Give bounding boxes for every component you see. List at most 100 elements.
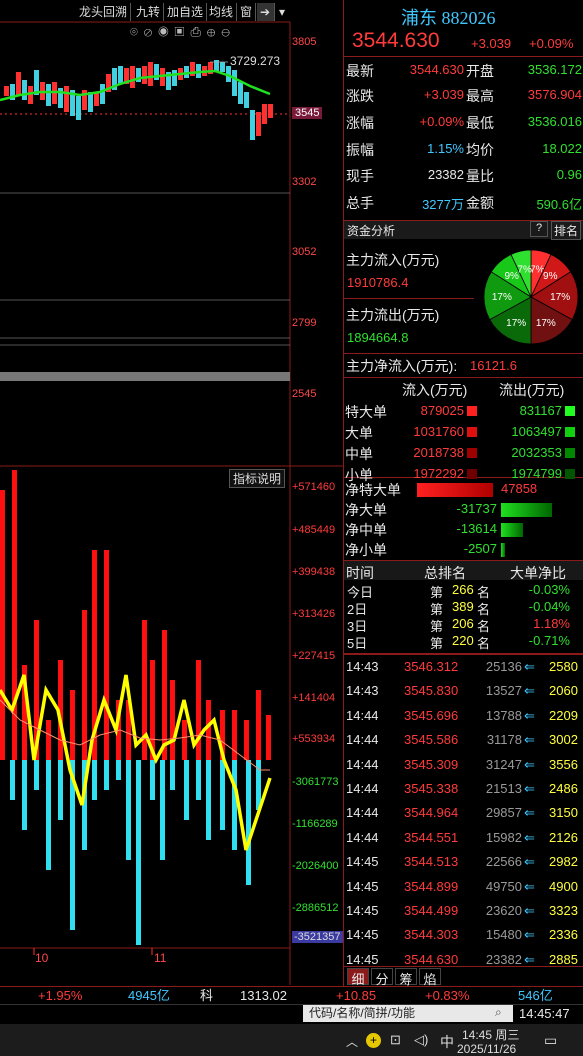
- net-value: -2507: [463, 541, 497, 556]
- chevron-up-icon[interactable]: ︿: [346, 1033, 358, 1050]
- toolbar-btn-ma[interactable]: 均线: [206, 3, 238, 21]
- help-button[interactable]: ?: [530, 221, 548, 237]
- toolbar-btn-window[interactable]: 窗: [237, 3, 257, 21]
- trade-count: 2209: [549, 707, 578, 723]
- rank-ratio: -0.04%: [528, 599, 570, 614]
- x-tick: 10: [35, 951, 49, 965]
- indicator-help-button[interactable]: 指标说明: [229, 469, 286, 488]
- trade-row[interactable]: 14:45 3544.499 23620 ⇐ 3323: [344, 899, 583, 924]
- pie-label: 9%: [543, 271, 558, 282]
- arrow-right-icon[interactable]: ➔: [257, 3, 275, 21]
- flow-in-value: 1031760: [413, 424, 464, 439]
- search-input[interactable]: 代码/名称/简拼/功能: [303, 1005, 513, 1022]
- flow-label: 大单: [345, 425, 373, 441]
- flow-out-value: 2032353: [511, 445, 562, 460]
- net-label: 净小单: [345, 542, 387, 558]
- y-tick: 3805: [292, 36, 317, 48]
- toolbar-btn-jiuzhuan[interactable]: 九转: [133, 3, 165, 21]
- network-icon[interactable]: ⊡: [390, 1032, 401, 1048]
- flow-label: 特大单: [345, 404, 387, 420]
- rank-number: 220: [452, 633, 474, 648]
- taskbar-date[interactable]: 2025/11/26: [457, 1042, 516, 1056]
- ind-y-tick: +485449: [292, 524, 336, 536]
- ime-indicator[interactable]: 中: [440, 1032, 454, 1052]
- flow-out-value: 1974799: [511, 466, 562, 481]
- candle: [232, 70, 237, 96]
- ind-y-tick: +313426: [292, 608, 336, 620]
- arrow-left-icon: ⇐: [524, 805, 535, 821]
- net-label: 净大单: [345, 502, 387, 518]
- candle: [100, 84, 105, 104]
- rank-ratio: -0.71%: [528, 633, 570, 648]
- trade-row[interactable]: 14:43 3546.312 25136 ⇐ 2580: [344, 655, 583, 680]
- trade-row[interactable]: 14:45 3544.513 22566 ⇐ 2982: [344, 850, 583, 875]
- ind-y-tick: -1166289: [292, 818, 338, 830]
- notification-icon[interactable]: ▭: [544, 1032, 557, 1049]
- tab-3[interactable]: 焰: [419, 968, 441, 987]
- stat-label2: 金额: [466, 195, 494, 211]
- flow-out-box: [565, 469, 575, 479]
- chart-tool-icons[interactable]: ⌾⊘◉▣⎙⊕⊖: [130, 24, 236, 40]
- clock: 14:45:47: [519, 1006, 570, 1021]
- stat-value2: 3536.016: [527, 114, 582, 129]
- trade-row[interactable]: 14:43 3545.830 13527 ⇐ 2060: [344, 679, 583, 704]
- trade-volume: 31178: [486, 732, 522, 748]
- wechat-icon[interactable]: +: [366, 1033, 381, 1048]
- toolbar-btn-longtou[interactable]: 龙头回溯: [76, 3, 132, 21]
- arrow-left-icon: ⇐: [524, 854, 535, 870]
- rank-button[interactable]: 排名: [551, 221, 582, 240]
- candle: [142, 66, 147, 84]
- chart-canvas[interactable]: [0, 0, 343, 990]
- trade-row[interactable]: 14:44 3544.964 29857 ⇐ 3150: [344, 801, 583, 826]
- search-icon[interactable]: ⌕: [495, 1005, 502, 1020]
- trade-count: 4900: [549, 878, 578, 894]
- trade-row[interactable]: 14:44 3545.309 31247 ⇐ 3556: [344, 753, 583, 778]
- pie-label: 17%: [506, 318, 526, 329]
- indicator-bar: [34, 760, 39, 790]
- flow-out-value: 831167: [519, 403, 562, 418]
- outflow-label: 主力流出(万元): [346, 307, 440, 323]
- trade-row[interactable]: 14:44 3544.551 15982 ⇐ 2126: [344, 826, 583, 851]
- indicator-bar: [126, 760, 131, 860]
- rank-number: 206: [452, 616, 474, 631]
- stat-value2: 18.022: [542, 141, 582, 156]
- toolbar-btn-add-watch[interactable]: 加自选: [164, 3, 208, 21]
- candle: [16, 72, 21, 96]
- tab-1[interactable]: 分: [371, 968, 393, 987]
- trade-price: 3544.513: [404, 854, 459, 870]
- price-change-pct: +0.09%: [529, 36, 574, 51]
- trade-row[interactable]: 14:44 3545.586 31178 ⇐ 3002: [344, 728, 583, 753]
- flow-in-box: [467, 469, 477, 479]
- candle: [64, 86, 69, 112]
- flow-out-box: [565, 448, 575, 458]
- trade-count: 2126: [549, 829, 578, 845]
- pie-label: 7%: [517, 265, 532, 276]
- candle: [4, 86, 9, 96]
- trade-time: 14:45: [346, 854, 379, 870]
- ind-y-tick: +553934: [292, 733, 336, 745]
- trade-time: 14:45: [346, 903, 379, 918]
- trade-row[interactable]: 14:45 3544.303 15480 ⇐ 2336: [344, 923, 583, 948]
- x-tick: 11: [154, 951, 167, 965]
- trade-row[interactable]: 14:45 3544.899 49750 ⇐ 4900: [344, 875, 583, 900]
- trade-row[interactable]: 14:44 3545.338 21513 ⇐ 2486: [344, 777, 583, 802]
- trade-price: 3544.303: [404, 927, 459, 943]
- tab-2[interactable]: 筹: [395, 968, 417, 987]
- candle: [22, 80, 27, 100]
- tab-0[interactable]: 细: [347, 968, 369, 987]
- pie-label: 17%: [492, 292, 512, 303]
- price-change: +3.039: [471, 36, 512, 51]
- indicator-bar: [196, 660, 201, 760]
- indicator-bar: [196, 760, 201, 800]
- rank-period: 5日: [347, 636, 368, 651]
- taskbar-time[interactable]: 14:45 周三: [462, 1026, 519, 1043]
- trade-time: 14:44: [346, 707, 379, 723]
- chevron-down-icon[interactable]: ▾: [276, 3, 290, 21]
- rank-time-header: 时间: [346, 565, 374, 581]
- rank-prefix: 第: [430, 636, 444, 651]
- inflow-value: 1910786.4: [347, 275, 409, 290]
- volume-icon[interactable]: ◁): [414, 1032, 428, 1048]
- flow-out-value: 1063497: [511, 424, 562, 439]
- net-bar: [417, 483, 493, 497]
- trade-row[interactable]: 14:44 3545.696 13788 ⇐ 2209: [344, 704, 583, 729]
